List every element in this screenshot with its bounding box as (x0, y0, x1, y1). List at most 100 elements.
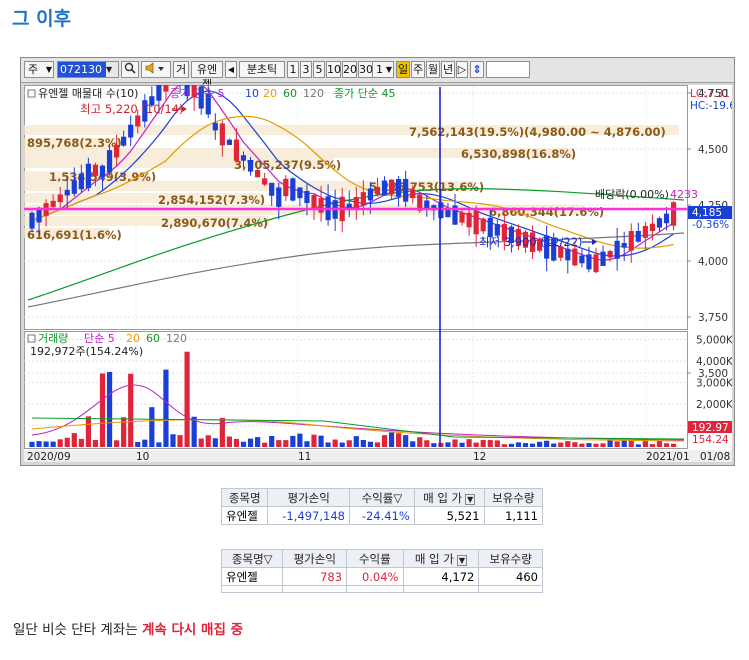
table-row[interactable]: 유엔젤 783 0.04% 4,172 460 (220, 567, 543, 586)
tick-button[interactable]: 분초틱 (239, 61, 285, 78)
candle-body (459, 212, 465, 223)
volume-bar (156, 442, 162, 447)
candle-body (374, 186, 381, 195)
year-button[interactable]: 년 (441, 61, 455, 78)
col-header-label: 매 입 가 (414, 551, 454, 566)
code-input[interactable]: 072130 ▼ (57, 61, 119, 78)
extra-input[interactable] (486, 61, 530, 78)
volume-bar (262, 442, 268, 447)
candle-body (410, 189, 416, 199)
stock-name-button[interactable]: 유엔젤 (191, 61, 223, 91)
interval-button-3[interactable]: 3 (300, 61, 312, 78)
candle-body (396, 179, 402, 197)
candle-body (297, 187, 303, 199)
candle-body (656, 218, 663, 228)
interval-select[interactable]: 1 ▼ (372, 61, 394, 78)
cell-return: 0.04% (346, 567, 404, 586)
search-button[interactable] (121, 61, 139, 78)
candle-body (240, 155, 247, 161)
volume-bar (269, 436, 275, 447)
interval-button-10[interactable]: 10 (326, 61, 341, 78)
volume-bar (388, 432, 395, 447)
volume-bar (621, 440, 627, 447)
week-button[interactable]: 주 (411, 61, 425, 78)
buy-label[interactable]: 거 (173, 61, 189, 78)
volume-bar (431, 443, 437, 447)
volume-bar (360, 439, 366, 447)
col-header[interactable]: 보유수량 (483, 488, 544, 507)
volume-bar (445, 442, 451, 447)
chart-window: 주▼ 072130▼ 거 유엔젤 ◀ 분초틱 135102030 1▼ 일 주 … (20, 57, 735, 466)
interval-button-30[interactable]: 30 (358, 61, 373, 78)
volume-bar (198, 438, 204, 447)
volume-bar (78, 438, 84, 447)
legend-ma10: 10 (245, 87, 259, 100)
holdings-table-1: 종목명 평가손익 수익률▽ 매 입 가 ▼ 보유수량 유엔젤 -1,497,148… (220, 488, 544, 525)
interval-button-1[interactable]: 1 (287, 61, 299, 78)
y-tick: 4,000 (698, 256, 728, 268)
stock-chart: 7,562,143(19.5%)(4,980.00 ~ 4,876.00) 6,5… (24, 85, 732, 462)
volume-bar (551, 443, 557, 447)
vol-tick: 3,000K (696, 378, 732, 390)
period-select-value: 주 (28, 63, 39, 76)
legend-ma20: 20 (263, 87, 277, 100)
candle-body (57, 194, 63, 203)
volume-bar (297, 433, 303, 447)
post-heading: 그 이후 (12, 8, 72, 30)
next-button[interactable]: ▷ (456, 61, 468, 78)
cell-qty: 1,111 (483, 506, 544, 525)
volume-bar (346, 440, 352, 447)
candle-body (29, 212, 35, 229)
volume-bar (247, 438, 254, 447)
col-header[interactable]: 종목명 (220, 488, 269, 507)
volume-bar (212, 438, 218, 447)
col-header[interactable]: 매 입 가 ▼ (413, 488, 485, 507)
interval-button-20[interactable]: 20 (342, 61, 357, 78)
volume-bar (290, 435, 296, 447)
legend-ma120: 120 (303, 87, 324, 100)
volume-bar (466, 439, 472, 447)
candle-body (593, 254, 599, 273)
updown-button[interactable]: ⇕ (470, 61, 484, 78)
candle-body (572, 248, 578, 266)
volume-bar (50, 441, 56, 447)
volume-bar (29, 441, 35, 447)
profile-label: 2,854,152(7.3%) (158, 193, 265, 207)
day-button[interactable]: 일 (396, 61, 410, 78)
volume-bar (142, 439, 148, 447)
month-button[interactable]: 월 (426, 61, 440, 78)
col-header[interactable]: 수익률 (346, 549, 404, 568)
period-select[interactable]: 주 ▼ (24, 61, 54, 78)
candle-body (388, 179, 395, 195)
volume-bar (85, 416, 91, 447)
col-header[interactable]: 종목명▽ (220, 549, 284, 568)
candle-body (318, 198, 324, 213)
profile-label: 7,562,143(19.5%)(4,980.00 ~ 4,876.00) (409, 125, 666, 139)
table-row[interactable]: 유엔젤 -1,497,148 -24.41% 5,521 1,111 (220, 506, 544, 525)
volume-axis: 5,000K4,000K3,000K2,000K1,000K (696, 335, 732, 433)
prev-button[interactable]: ◀ (225, 61, 237, 78)
volume-bar (276, 440, 282, 447)
volume-bar (325, 442, 331, 447)
col-header[interactable]: 보유수량 (478, 549, 543, 568)
col-header[interactable]: 평가손익 (282, 549, 348, 568)
col-header[interactable]: 매 입 가 ▼ (402, 549, 480, 568)
candle-body (283, 178, 289, 197)
interval-button-5[interactable]: 5 (313, 61, 325, 78)
candle-body (360, 192, 366, 206)
candle-body (586, 254, 592, 270)
speaker-button[interactable] (141, 61, 171, 78)
volume-bar (184, 351, 190, 447)
col-header[interactable]: 수익률▽ (348, 488, 415, 507)
candle-body (226, 139, 232, 145)
cell-name: 유엔젤 (220, 567, 284, 586)
col-header[interactable]: 평가손익 (267, 488, 350, 507)
volume-bar (537, 441, 543, 447)
search-icon (124, 62, 136, 74)
candle-body (304, 191, 310, 204)
volume-bar (663, 443, 670, 447)
candle-body (367, 188, 373, 201)
candle-body (121, 136, 127, 146)
volume-bar (438, 442, 444, 447)
candle-body (353, 196, 359, 210)
